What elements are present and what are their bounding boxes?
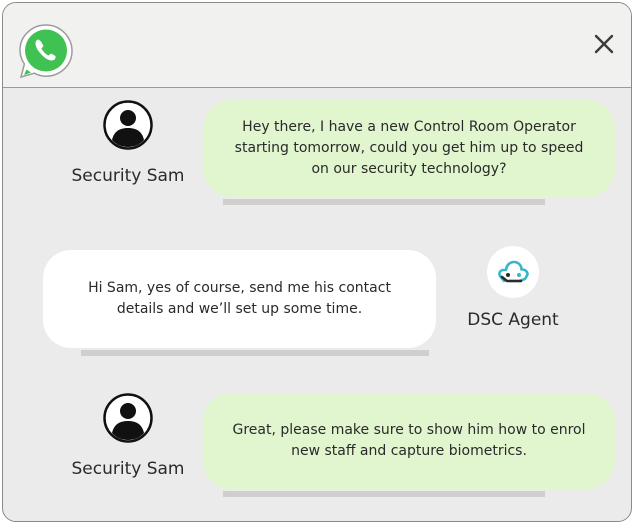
- sender-name: Security Sam: [71, 166, 185, 186]
- whatsapp-icon: [19, 24, 73, 79]
- user-icon: [103, 393, 153, 443]
- message-text: Hey there, I have a new Control Room Ope…: [234, 119, 584, 177]
- user-icon: [103, 100, 153, 150]
- bubble-shadow: [81, 350, 429, 356]
- sender-name: Security Sam: [71, 459, 185, 479]
- message-text: Great, please make sure to show him how …: [232, 422, 586, 459]
- chat-window: Security Sam Hey there, I have a new Con…: [2, 2, 632, 522]
- avatar: [487, 246, 539, 298]
- message-bubble-user: Great, please make sure to show him how …: [203, 393, 615, 489]
- bubble-shadow: [223, 491, 545, 497]
- message-text: Hi Sam, yes of course, send me his conta…: [88, 280, 391, 317]
- cloud-logo-icon: [498, 260, 529, 283]
- close-icon[interactable]: [591, 31, 617, 57]
- message-bubble-user: Hey there, I have a new Control Room Ope…: [203, 100, 615, 197]
- sender-security-sam: Security Sam: [63, 100, 193, 186]
- sender-name: DSC Agent: [467, 310, 559, 330]
- bubble-shadow: [223, 199, 545, 205]
- sender-security-sam: Security Sam: [63, 393, 193, 479]
- chat-header: [3, 3, 631, 88]
- message-list: Security Sam Hey there, I have a new Con…: [3, 88, 631, 521]
- message-bubble-agent: Hi Sam, yes of course, send me his conta…: [43, 250, 436, 348]
- sender-dsc-agent: DSC Agent: [451, 246, 575, 330]
